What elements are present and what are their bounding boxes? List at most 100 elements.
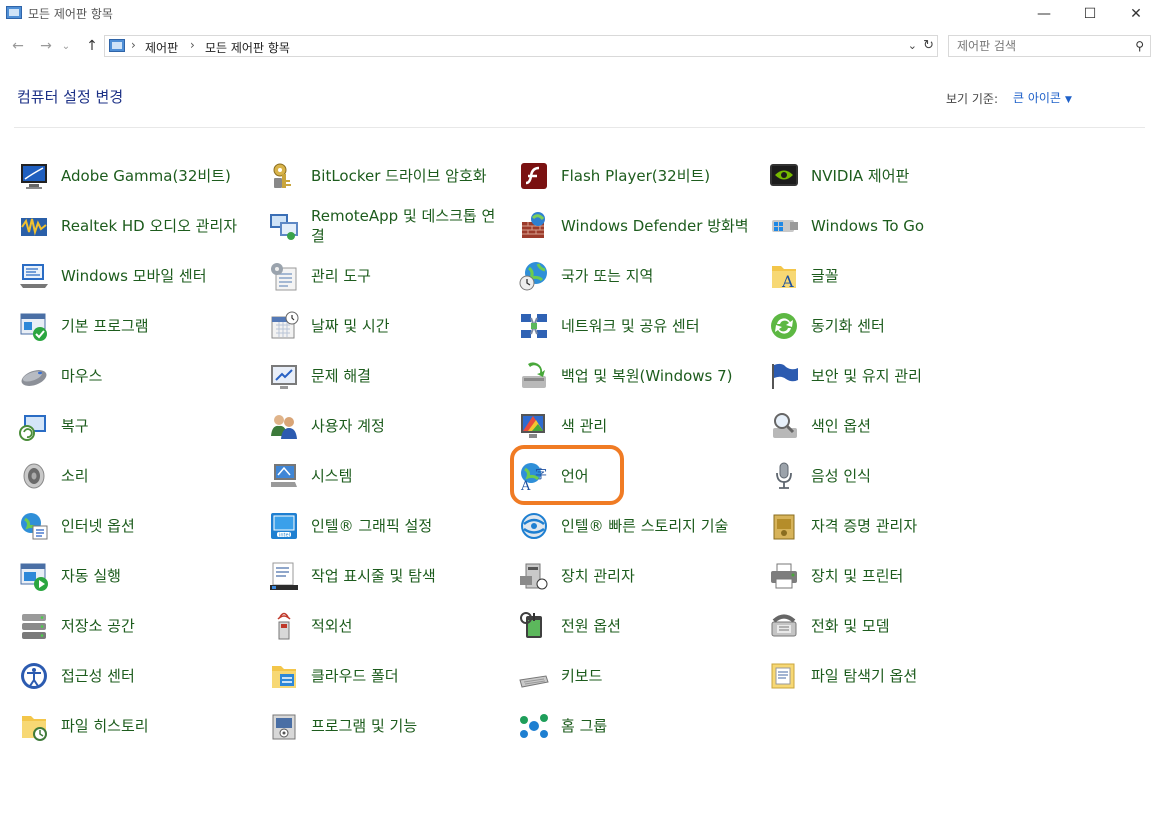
breadcrumb-separator-icon[interactable]: ›	[131, 38, 136, 52]
cp-item-label[interactable]: 자동 실행	[61, 566, 251, 586]
cp-item-label[interactable]: 시스템	[311, 466, 501, 486]
cp-item-label[interactable]: 국가 또는 지역	[561, 266, 751, 286]
cp-item-fonts-folder[interactable]: A 글꼴	[764, 251, 1002, 301]
cp-item-label[interactable]: 색 관리	[561, 416, 751, 436]
cp-item-label[interactable]: 색인 옵션	[811, 416, 1001, 436]
cp-item-label[interactable]: 글꼴	[811, 266, 1001, 286]
cp-item-homegroup[interactable]: 홈 그룹	[514, 701, 752, 751]
breadcrumb-all-items[interactable]: 모든 제어판 항목	[205, 39, 290, 56]
cp-item-intel-graphics[interactable]: intel 인텔® 그래픽 설정	[264, 501, 502, 551]
cp-item-security-flag[interactable]: 보안 및 유지 관리	[764, 351, 1002, 401]
cp-item-intel-storage[interactable]: 인텔® 빠른 스토리지 기술	[514, 501, 752, 551]
cp-item-folder-options[interactable]: 파일 탐색기 옵션	[764, 651, 1002, 701]
cp-item-label[interactable]: 프로그램 및 기능	[311, 716, 501, 736]
forward-button[interactable]: →	[36, 36, 56, 56]
cp-item-label[interactable]: 사용자 계정	[311, 416, 501, 436]
cp-item-label[interactable]: 파일 탐색기 옵션	[811, 666, 1001, 686]
close-button[interactable]: ✕	[1113, 0, 1159, 28]
view-by-value[interactable]: 큰 아이콘	[1013, 91, 1061, 105]
cp-item-label[interactable]: 마우스	[61, 366, 251, 386]
view-by-dropdown[interactable]: 큰 아이콘 ▼	[1013, 89, 1072, 106]
cp-item-label[interactable]: 인터넷 옵션	[61, 516, 251, 536]
cp-item-label[interactable]: 작업 표시줄 및 탐색	[311, 566, 501, 586]
cp-item-label[interactable]: RemoteApp 및 데스크톱 연결	[311, 206, 501, 246]
cp-item-device-manager[interactable]: 장치 관리자	[514, 551, 752, 601]
cp-item-label[interactable]: 소리	[61, 466, 251, 486]
cp-item-keyboard[interactable]: 키보드	[514, 651, 752, 701]
cp-item-label[interactable]: Adobe Gamma(32비트)	[61, 166, 251, 186]
cp-item-label[interactable]: 인텔® 빠른 스토리지 기술	[561, 516, 751, 536]
cp-item-label[interactable]: 음성 인식	[811, 466, 1001, 486]
cp-item-label[interactable]: 적외선	[311, 616, 501, 636]
cp-item-label[interactable]: 네트워크 및 공유 센터	[561, 316, 751, 336]
cp-item-storage-spaces[interactable]: 저장소 공간	[14, 601, 252, 651]
cp-item-autoplay[interactable]: 자동 실행	[14, 551, 252, 601]
cp-item-file-history[interactable]: 파일 히스토리	[14, 701, 252, 751]
cp-item-windows-to-go[interactable]: Windows To Go	[764, 201, 1002, 251]
cp-item-backup-restore[interactable]: 백업 및 복원(Windows 7)	[514, 351, 752, 401]
cp-item-label[interactable]: Windows 모바일 센터	[61, 266, 251, 286]
breadcrumb-separator-icon[interactable]: ›	[190, 38, 195, 52]
chevron-down-icon[interactable]: ▼	[1065, 95, 1072, 105]
cp-item-work-folders[interactable]: 클라우드 폴더	[264, 651, 502, 701]
cp-item-admin-tools[interactable]: 관리 도구	[264, 251, 502, 301]
cp-item-label[interactable]: 기본 프로그램	[61, 316, 251, 336]
cp-item-label[interactable]: 복구	[61, 416, 251, 436]
cp-item-label[interactable]: Realtek HD 오디오 관리자	[61, 216, 251, 236]
cp-item-ease-of-access[interactable]: 접근성 센터	[14, 651, 252, 701]
cp-item-sync-center[interactable]: 동기화 센터	[764, 301, 1002, 351]
breadcrumb-control-panel[interactable]: 제어판	[145, 39, 178, 56]
cp-item-remoteapp[interactable]: RemoteApp 및 데스크톱 연결	[264, 201, 502, 251]
cp-item-date-time[interactable]: 날짜 및 시간	[264, 301, 502, 351]
back-button[interactable]: ←	[8, 36, 28, 56]
cp-item-label[interactable]: 백업 및 복원(Windows 7)	[561, 366, 751, 386]
up-button[interactable]: ↑	[82, 36, 102, 56]
cp-item-network[interactable]: 네트워크 및 공유 센터	[514, 301, 752, 351]
cp-item-label[interactable]: 동기화 센터	[811, 316, 1001, 336]
cp-item-recovery[interactable]: 복구	[14, 401, 252, 451]
cp-item-printer[interactable]: 장치 및 프린터	[764, 551, 1002, 601]
maximize-button[interactable]: ☐	[1067, 0, 1113, 28]
cp-item-label[interactable]: 홈 그룹	[561, 716, 751, 736]
cp-item-label[interactable]: 키보드	[561, 666, 751, 686]
search-input[interactable]	[955, 38, 1129, 54]
cp-item-label[interactable]: NVIDIA 제어판	[811, 166, 1001, 186]
cp-item-label[interactable]: 파일 히스토리	[61, 716, 251, 736]
cp-item-credential-manager[interactable]: 자격 증명 관리자	[764, 501, 1002, 551]
cp-item-label[interactable]: Windows Defender 방화벽	[561, 216, 751, 236]
minimize-button[interactable]: —	[1021, 0, 1067, 28]
cp-item-troubleshooting[interactable]: 문제 해결	[264, 351, 502, 401]
cp-item-realtek-audio[interactable]: Realtek HD 오디오 관리자	[14, 201, 252, 251]
cp-item-label[interactable]: 전원 옵션	[561, 616, 751, 636]
refresh-icon[interactable]: ↻	[923, 38, 934, 53]
recent-locations-button[interactable]: ⌄	[60, 36, 72, 56]
cp-item-label[interactable]: 자격 증명 관리자	[811, 516, 1001, 536]
cp-item-programs-features[interactable]: 프로그램 및 기능	[264, 701, 502, 751]
cp-item-speaker[interactable]: 소리	[14, 451, 252, 501]
cp-item-label[interactable]: 저장소 공간	[61, 616, 251, 636]
cp-item-nvidia[interactable]: NVIDIA 제어판	[764, 151, 1002, 201]
cp-item-label[interactable]: 장치 및 프린터	[811, 566, 1001, 586]
cp-item-indexing[interactable]: 색인 옵션	[764, 401, 1002, 451]
cp-item-label[interactable]: 인텔® 그래픽 설정	[311, 516, 501, 536]
cp-item-phone-modem[interactable]: 전화 및 모뎀	[764, 601, 1002, 651]
cp-item-power-options[interactable]: 전원 옵션	[514, 601, 752, 651]
cp-item-microphone[interactable]: 음성 인식	[764, 451, 1002, 501]
cp-item-label[interactable]: 관리 도구	[311, 266, 501, 286]
cp-item-infrared[interactable]: 적외선	[264, 601, 502, 651]
cp-item-region-globe[interactable]: 국가 또는 지역	[514, 251, 752, 301]
cp-item-taskbar[interactable]: 작업 표시줄 및 탐색	[264, 551, 502, 601]
cp-item-label[interactable]: 장치 관리자	[561, 566, 751, 586]
cp-item-user-accounts[interactable]: 사용자 계정	[264, 401, 502, 451]
search-box[interactable]: ⚲	[948, 35, 1151, 57]
cp-item-firewall[interactable]: Windows Defender 방화벽	[514, 201, 752, 251]
cp-item-color-management[interactable]: 색 관리	[514, 401, 752, 451]
cp-item-label[interactable]: 날짜 및 시간	[311, 316, 501, 336]
cp-item-monitor-gamma[interactable]: Adobe Gamma(32비트)	[14, 151, 252, 201]
cp-item-system[interactable]: 시스템	[264, 451, 502, 501]
cp-item-label[interactable]: 접근성 센터	[61, 666, 251, 686]
cp-item-default-programs[interactable]: 기본 프로그램	[14, 301, 252, 351]
cp-item-label[interactable]: 전화 및 모뎀	[811, 616, 1001, 636]
cp-item-mouse[interactable]: 마우스	[14, 351, 252, 401]
cp-item-label[interactable]: Windows To Go	[811, 216, 1001, 236]
